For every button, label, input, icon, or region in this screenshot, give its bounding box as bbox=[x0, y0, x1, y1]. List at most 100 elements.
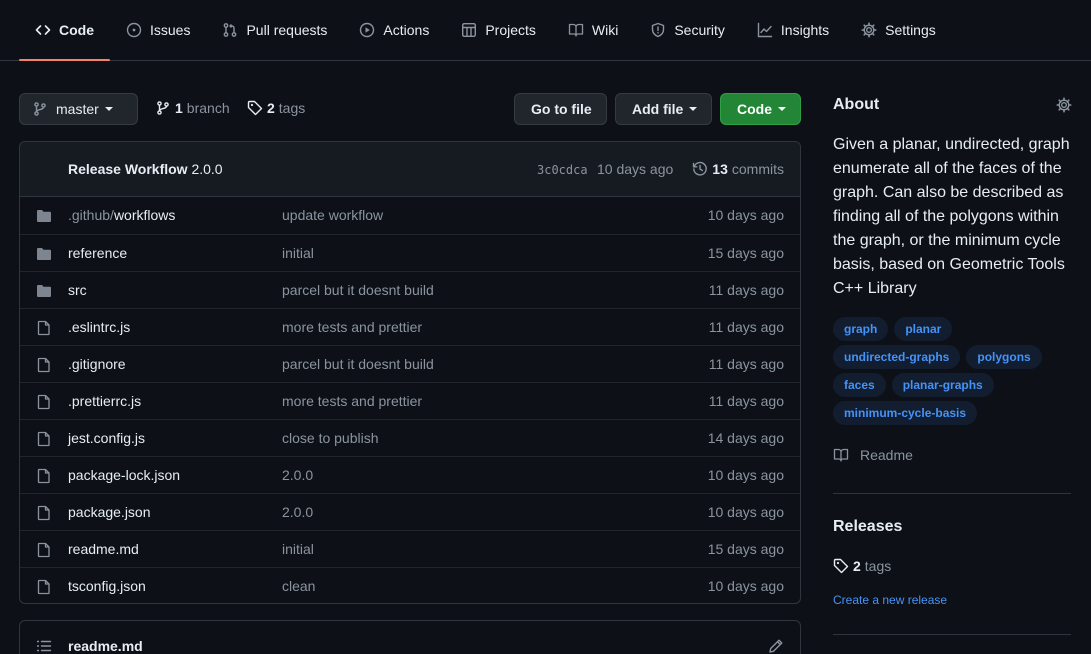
file-row[interactable]: .gitignore parcel but it doesnt build 11 d… bbox=[20, 345, 800, 382]
file-row[interactable]: package.json 2.0.0 10 days ago bbox=[20, 493, 800, 530]
commit-date: 10 days ago bbox=[597, 161, 674, 177]
releases-tag-label: tags bbox=[864, 558, 892, 574]
file-icon bbox=[37, 320, 50, 336]
file-name-main: workflows bbox=[113, 207, 176, 223]
file-commit-message[interactable]: initial bbox=[282, 541, 314, 557]
tab-settings[interactable]: Settings bbox=[845, 12, 952, 48]
branches-link[interactable]: 1 branch bbox=[155, 100, 230, 116]
tab-projects[interactable]: Projects bbox=[445, 12, 552, 48]
create-release-link[interactable]: Create a new release bbox=[833, 593, 947, 607]
file-name-main: .prettierrc.js bbox=[68, 393, 142, 409]
shield-icon bbox=[652, 22, 665, 38]
table-icon bbox=[462, 23, 477, 38]
file-row[interactable]: package-lock.json 2.0.0 10 days ago bbox=[20, 456, 800, 493]
tab-label: Wiki bbox=[591, 22, 619, 38]
file-name[interactable]: package.json bbox=[68, 504, 151, 520]
file-commit-message[interactable]: clean bbox=[282, 578, 315, 594]
file-name[interactable]: .prettierrc.js bbox=[68, 393, 141, 409]
file-row[interactable]: .github/workflows update workflow 10 days … bbox=[20, 197, 800, 234]
file-row[interactable]: src parcel but it doesnt build 11 days ago bbox=[20, 271, 800, 308]
code-icon bbox=[35, 25, 51, 35]
file-commit-message[interactable]: update workflow bbox=[282, 207, 383, 223]
tab-insights[interactable]: Insights bbox=[741, 12, 845, 48]
file-name-main: .eslintrc.js bbox=[68, 319, 131, 335]
file-name[interactable]: .gitignore bbox=[68, 356, 126, 372]
file-name-main: tsconfig.json bbox=[68, 578, 146, 594]
releases-tags-link[interactable]: 2 tags bbox=[833, 558, 891, 574]
file-name[interactable]: reference bbox=[68, 245, 127, 261]
go-to-file-label: Go to file bbox=[531, 101, 592, 117]
code-button[interactable]: Code bbox=[720, 93, 801, 125]
commits-link[interactable]: 13 commits bbox=[692, 161, 784, 177]
git-pull-request-icon bbox=[224, 23, 237, 37]
file-commit-message[interactable]: more tests and prettier bbox=[282, 319, 422, 335]
file-commit-message[interactable]: more tests and prettier bbox=[282, 393, 422, 409]
file-commit-message[interactable]: 2.0.0 bbox=[282, 504, 313, 520]
file-row[interactable]: reference initial 15 days ago bbox=[20, 234, 800, 271]
tab-issues[interactable]: Issues bbox=[110, 12, 206, 48]
tab-label: Security bbox=[674, 22, 725, 38]
file-row[interactable]: tsconfig.json clean 10 days ago bbox=[20, 567, 800, 603]
file-list: Release Workflow 2.0.0 3c0cdca 10 days a… bbox=[19, 141, 801, 604]
add-file-button[interactable]: Add file bbox=[615, 93, 712, 125]
tab-pull-requests[interactable]: Pull requests bbox=[206, 12, 343, 48]
tab-actions[interactable]: Actions bbox=[343, 12, 445, 48]
book-icon bbox=[833, 448, 849, 462]
branch-select-button[interactable]: master bbox=[19, 93, 138, 125]
tag-label: tags bbox=[278, 100, 306, 116]
file-name[interactable]: .github/workflows bbox=[68, 207, 175, 223]
file-commit-message[interactable]: close to publish bbox=[282, 430, 379, 446]
tab-security[interactable]: Security bbox=[634, 12, 741, 48]
file-age: 11 days ago bbox=[708, 282, 784, 298]
issue-opened-icon bbox=[126, 22, 142, 38]
file-name[interactable]: jest.config.js bbox=[68, 430, 145, 446]
file-name-main: package-lock.json bbox=[68, 467, 181, 483]
git-branch-icon bbox=[34, 102, 46, 116]
topic-tag[interactable]: planar bbox=[894, 317, 953, 341]
file-commit-message[interactable]: parcel but it doesnt build bbox=[282, 282, 434, 298]
commit-sha[interactable]: 3c0cdca bbox=[537, 163, 588, 177]
pencil-icon[interactable] bbox=[768, 638, 784, 654]
readme-box-title[interactable]: readme.md bbox=[68, 638, 143, 654]
file-row[interactable]: jest.config.js close to publish 14 days ag… bbox=[20, 419, 800, 456]
topic-tag[interactable]: undirected-graphs bbox=[833, 345, 961, 369]
file-commit-message[interactable]: 2.0.0 bbox=[282, 467, 313, 483]
file-commit-message[interactable]: parcel but it doesnt build bbox=[282, 356, 434, 372]
branch-label: branch bbox=[186, 100, 230, 116]
topic-tag[interactable]: graph bbox=[833, 317, 889, 341]
tags-link[interactable]: 2 tags bbox=[247, 100, 305, 116]
file-row[interactable]: .prettierrc.js more tests and prettier 11 … bbox=[20, 382, 800, 419]
file-age: 10 days ago bbox=[707, 578, 784, 594]
sidebar-divider bbox=[833, 493, 1071, 494]
commit-message[interactable]: Release Workflow 2.0.0 bbox=[68, 161, 223, 177]
commit-title: Release Workflow bbox=[68, 161, 188, 177]
file-commit-message[interactable]: initial bbox=[282, 245, 314, 261]
file-name[interactable]: tsconfig.json bbox=[68, 578, 146, 594]
file-icon bbox=[37, 542, 50, 558]
gear-icon[interactable] bbox=[1056, 97, 1072, 113]
file-row[interactable]: readme.md initial 15 days ago bbox=[20, 530, 800, 567]
file-age: 14 days ago bbox=[707, 430, 784, 446]
file-icon bbox=[37, 357, 50, 373]
file-rows: .github/workflows update workflow 10 days … bbox=[20, 197, 800, 603]
topic-tag[interactable]: minimum-cycle-basis bbox=[833, 401, 978, 425]
topic-tag[interactable]: planar-graphs bbox=[891, 373, 994, 397]
about-description: Given a planar, undirected, graph enumer… bbox=[833, 136, 1070, 297]
file-name[interactable]: readme.md bbox=[68, 541, 139, 557]
readme-link[interactable]: Readme bbox=[833, 447, 913, 463]
tab-wiki[interactable]: Wiki bbox=[552, 12, 634, 48]
topic-tag[interactable]: polygons bbox=[966, 345, 1042, 369]
topic-tag[interactable]: faces bbox=[833, 373, 886, 397]
list-unordered-icon[interactable] bbox=[36, 638, 52, 654]
file-age: 10 days ago bbox=[707, 504, 784, 520]
readme-box: readme.md bbox=[19, 620, 801, 654]
file-name[interactable]: .eslintrc.js bbox=[68, 319, 130, 335]
file-name[interactable]: src bbox=[68, 282, 87, 298]
file-age: 11 days ago bbox=[708, 319, 784, 335]
releases-title[interactable]: Releases bbox=[833, 518, 902, 536]
tab-code[interactable]: Code bbox=[19, 12, 110, 61]
file-row[interactable]: .eslintrc.js more tests and prettier 11 da… bbox=[20, 308, 800, 345]
file-name[interactable]: package-lock.json bbox=[68, 467, 180, 483]
go-to-file-button[interactable]: Go to file bbox=[514, 93, 607, 125]
file-name-main: src bbox=[68, 282, 87, 298]
